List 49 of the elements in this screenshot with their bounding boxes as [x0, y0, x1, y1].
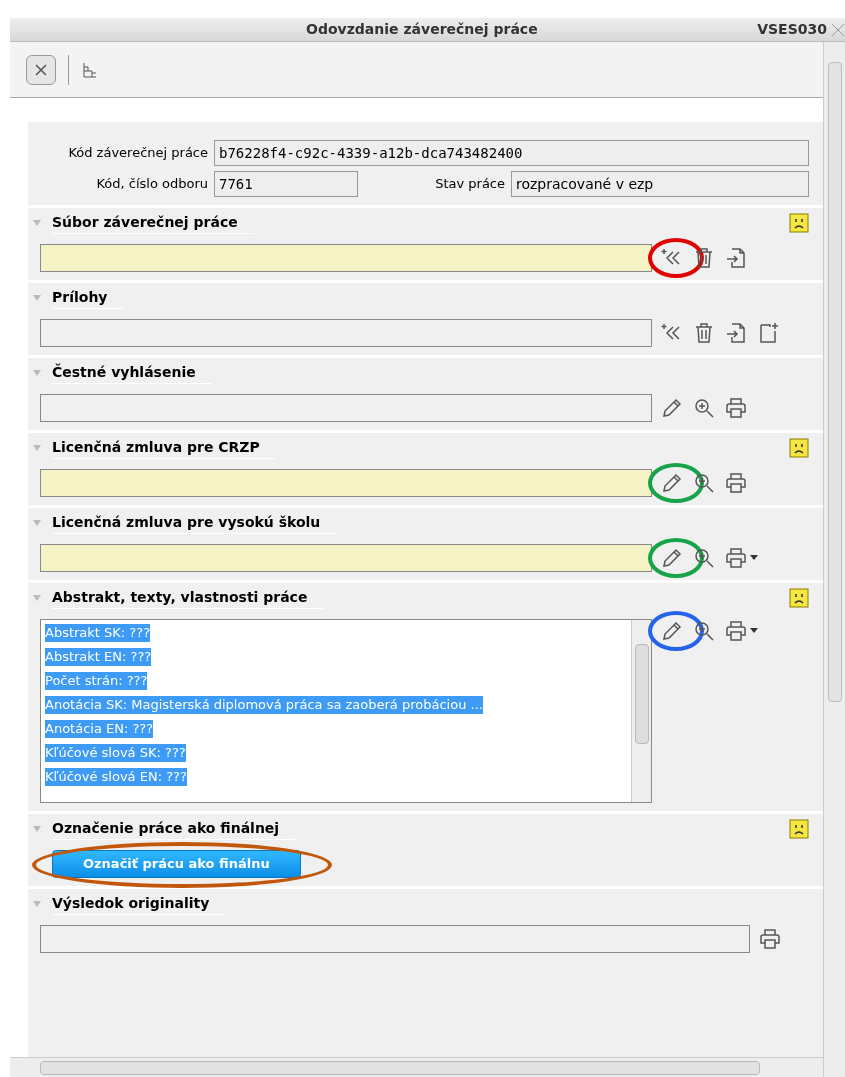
- file-field[interactable]: [40, 469, 652, 497]
- zoom-in-icon[interactable]: [692, 396, 716, 420]
- document-arrow-icon[interactable]: [724, 246, 748, 270]
- window-code: VSES030: [757, 20, 827, 39]
- horizontal-scrollbar[interactable]: [10, 1057, 823, 1077]
- hierarchy-icon[interactable]: [81, 60, 99, 79]
- file-field[interactable]: [40, 544, 652, 572]
- file-field[interactable]: [40, 925, 750, 953]
- file-field[interactable]: [40, 244, 652, 272]
- close-icon: [34, 62, 48, 77]
- printer-icon[interactable]: [758, 927, 782, 951]
- pencil-icon[interactable]: [660, 619, 684, 643]
- section-title: Súbor záverečnej práce: [52, 212, 254, 234]
- zoom-in-icon[interactable]: [692, 471, 716, 495]
- pencil-icon[interactable]: [660, 471, 684, 495]
- field-label: Kód, číslo odboru: [95, 175, 209, 194]
- sad-face-icon: [789, 438, 809, 458]
- scrollbar[interactable]: [631, 620, 651, 802]
- text-field[interactable]: b76228f4-c92c-4339-a12b-dca743482400: [214, 140, 809, 166]
- field-label: Kód záverečnej práce: [67, 144, 209, 163]
- file-field[interactable]: [40, 319, 652, 347]
- printer-icon[interactable]: [724, 546, 748, 570]
- text-field[interactable]: rozpracované v ezp: [511, 171, 809, 197]
- sad-face-icon: [789, 213, 809, 233]
- pencil-icon[interactable]: [660, 396, 684, 420]
- section-title: Čestné vyhlásenie: [52, 362, 212, 384]
- text-field[interactable]: 7761: [214, 171, 358, 197]
- vertical-scrollbar[interactable]: [823, 42, 845, 1077]
- section-title: Označenie práce ako finálnej: [52, 818, 296, 840]
- section-title: Výsledok originality: [52, 893, 226, 915]
- pencil-icon[interactable]: [660, 546, 684, 570]
- section-title: Licenčná zmluva pre CRZP: [52, 437, 276, 459]
- close-button[interactable]: [26, 54, 56, 85]
- caret-icon[interactable]: [750, 628, 758, 634]
- zoom-in-icon[interactable]: [692, 546, 716, 570]
- file-field[interactable]: [40, 394, 652, 422]
- zoom-in-icon[interactable]: [692, 619, 716, 643]
- sad-face-icon: [789, 819, 809, 839]
- window-title: Odovzdanie záverečnej práce: [306, 20, 538, 39]
- caret-icon[interactable]: [750, 555, 758, 561]
- field-label: Stav práce: [435, 175, 506, 194]
- section-title: Licenčná zmluva pre vysokú školu: [52, 512, 337, 534]
- printer-icon[interactable]: [724, 396, 748, 420]
- sad-face-icon: [789, 588, 809, 608]
- printer-icon[interactable]: [724, 471, 748, 495]
- section-title: Prílohy: [52, 287, 124, 309]
- printer-icon[interactable]: [724, 619, 748, 643]
- section-title: Abstrakt, texty, vlastnosti práce: [52, 587, 324, 609]
- document-arrow-icon[interactable]: [724, 321, 748, 345]
